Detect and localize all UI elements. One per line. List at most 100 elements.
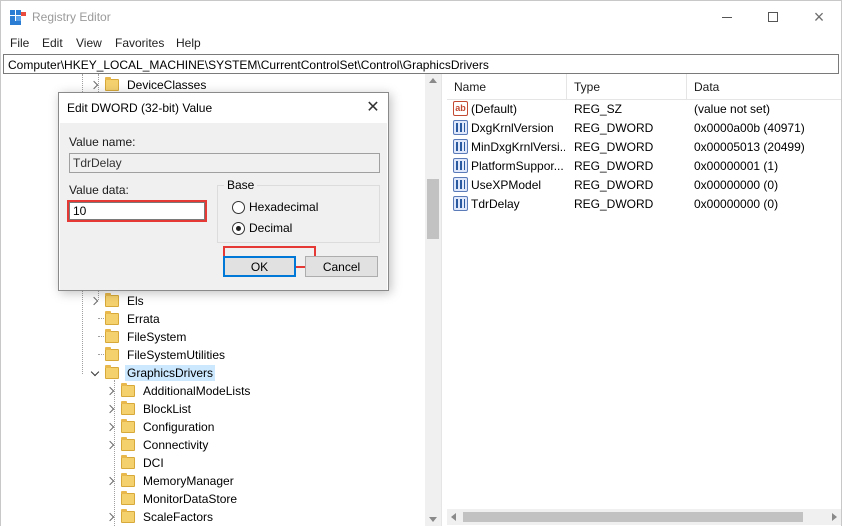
list-item[interactable]: PlatformSuppor... REG_DWORD 0x00000001 (… [447, 157, 841, 176]
tree-item-memorymanager[interactable]: MemoryManager [105, 472, 236, 490]
minimize-button[interactable] [704, 1, 750, 33]
chevron-right-icon[interactable] [89, 292, 101, 310]
tree-item-connectivity[interactable]: Connectivity [105, 436, 210, 454]
chevron-right-icon[interactable] [105, 508, 117, 526]
tree-item-monitordatastore[interactable]: MonitorDataStore [105, 490, 239, 508]
menu-view[interactable]: View [76, 36, 102, 50]
value-name-label: Value name: [69, 135, 136, 149]
tree-item-dci[interactable]: DCI [105, 454, 166, 472]
value-type: REG_DWORD [574, 159, 654, 173]
tree-item-graphicsdrivers[interactable]: GraphicsDrivers [89, 364, 216, 382]
chevron-right-icon[interactable] [105, 418, 117, 436]
chevron-right-icon[interactable] [105, 400, 117, 418]
value-data: 0x00000001 (1) [694, 159, 779, 173]
chevron-right-icon[interactable] [105, 436, 117, 454]
folder-icon [105, 293, 119, 307]
scroll-up-icon[interactable] [429, 78, 437, 83]
value-name: (Default) [471, 102, 518, 116]
decimal-option[interactable]: Decimal [232, 221, 292, 235]
maximize-button[interactable] [750, 1, 796, 33]
menu-bar: File Edit View Favorites Help [1, 33, 841, 53]
tree-item-filesystemutilities[interactable]: FileSystemUtilities [89, 346, 227, 364]
tree-item-els[interactable]: Els [89, 292, 146, 310]
value-type: REG_DWORD [574, 197, 654, 211]
value-data-input[interactable] [67, 200, 207, 222]
dialog-close-button[interactable]: ✕ [363, 99, 383, 117]
tree-item-errata[interactable]: Errata [89, 310, 162, 328]
value-type: REG_DWORD [574, 140, 654, 154]
registry-editor-window: Registry Editor × File Edit View Favorit… [0, 0, 842, 526]
folder-icon [105, 77, 119, 91]
menu-edit[interactable]: Edit [42, 36, 63, 50]
folder-icon [121, 437, 135, 451]
value-data: 0x0000a00b (40971) [694, 121, 805, 135]
folder-icon [121, 419, 135, 433]
value-name: TdrDelay [471, 197, 520, 211]
folder-icon [121, 509, 135, 523]
dialog-body: Value name: TdrDelay Value data: Base He… [60, 123, 387, 290]
registry-editor-icon [10, 10, 26, 25]
tree-item-blocklist[interactable]: BlockList [105, 400, 193, 418]
tree-item-filesystem[interactable]: FileSystem [89, 328, 188, 346]
list-item[interactable]: MinDxgKrnlVersi... REG_DWORD 0x00005013 … [447, 138, 841, 157]
close-button[interactable]: × [796, 1, 842, 33]
folder-icon [105, 347, 119, 361]
ok-button[interactable]: OK [223, 256, 296, 277]
list-item[interactable]: UseXPModel REG_DWORD 0x00000000 (0) [447, 176, 841, 195]
scroll-down-icon[interactable] [429, 517, 437, 522]
radio-button-checked[interactable] [232, 221, 245, 235]
tree-item-scalefactors[interactable]: ScaleFactors [105, 508, 215, 526]
value-type: REG_DWORD [574, 178, 654, 192]
value-data: (value not set) [694, 102, 771, 116]
chevron-right-icon[interactable] [105, 382, 117, 400]
hexadecimal-option[interactable]: Hexadecimal [232, 200, 318, 214]
close-icon: × [813, 6, 825, 27]
scroll-thumb[interactable] [427, 179, 439, 239]
value-name-field: TdrDelay [69, 153, 380, 173]
chevron-down-icon[interactable] [89, 364, 101, 382]
folder-icon [121, 401, 135, 415]
tree-item-configuration[interactable]: Configuration [105, 418, 216, 436]
window-title: Registry Editor [32, 10, 111, 24]
binary-value-icon [453, 120, 468, 135]
value-data: 0x00005013 (20499) [694, 140, 805, 154]
base-label: Base [224, 178, 258, 192]
radio-button[interactable] [232, 200, 245, 214]
folder-icon [121, 383, 135, 397]
value-type: REG_DWORD [574, 121, 654, 135]
scroll-left-icon[interactable] [451, 513, 456, 521]
scroll-thumb[interactable] [463, 512, 803, 522]
value-name: PlatformSuppor... [471, 159, 564, 173]
menu-help[interactable]: Help [176, 36, 201, 50]
folder-icon [105, 311, 119, 325]
value-data: 0x00000000 (0) [694, 178, 779, 192]
minimize-icon [722, 16, 732, 18]
menu-favorites[interactable]: Favorites [115, 36, 164, 50]
value-data-label: Value data: [69, 183, 129, 197]
folder-icon [121, 455, 135, 469]
column-header-data[interactable]: Data [687, 74, 841, 100]
scroll-right-icon[interactable] [832, 513, 837, 521]
folder-icon [105, 365, 119, 379]
column-header-name[interactable]: Name [447, 74, 567, 100]
tree-item-additionalmodelists[interactable]: AdditionalModeLists [105, 382, 252, 400]
binary-value-icon [453, 196, 468, 211]
list-item[interactable]: ab (Default) REG_SZ (value not set) [447, 100, 841, 119]
value-name: UseXPModel [471, 178, 542, 192]
address-bar[interactable]: Computer\HKEY_LOCAL_MACHINE\SYSTEM\Curre… [3, 54, 839, 74]
folder-icon [121, 491, 135, 505]
dialog-title: Edit DWORD (32-bit) Value [67, 101, 213, 115]
values-list: Name Type Data ab (Default) REG_SZ (valu… [447, 74, 841, 526]
list-horizontal-scrollbar[interactable] [447, 509, 841, 525]
cancel-button[interactable]: Cancel [305, 256, 378, 277]
menu-file[interactable]: File [10, 36, 29, 50]
binary-value-icon [453, 139, 468, 154]
value-data: 0x00000000 (0) [694, 197, 779, 211]
folder-icon [105, 329, 119, 343]
list-item[interactable]: DxgKrnlVersion REG_DWORD 0x0000a00b (409… [447, 119, 841, 138]
chevron-right-icon[interactable] [105, 472, 117, 490]
tree-vertical-scrollbar[interactable] [425, 74, 441, 526]
column-header-type[interactable]: Type [567, 74, 687, 100]
folder-icon [121, 473, 135, 487]
list-item[interactable]: TdrDelay REG_DWORD 0x00000000 (0) [447, 195, 841, 214]
